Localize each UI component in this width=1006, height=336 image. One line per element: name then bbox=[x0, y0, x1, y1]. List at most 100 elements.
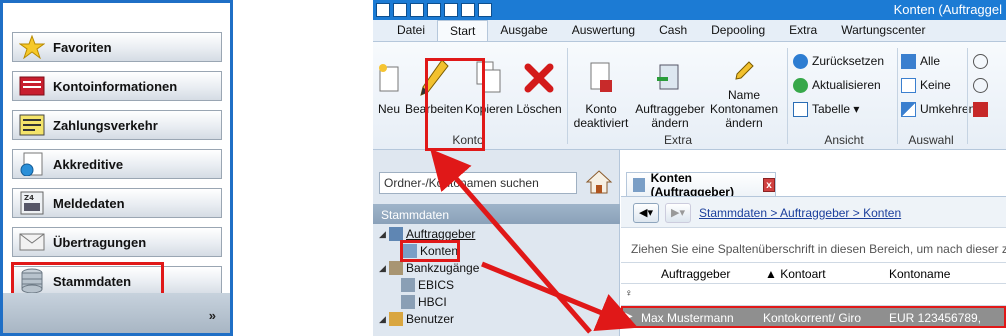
nav-footer bbox=[3, 293, 230, 333]
select-all-label: Alle bbox=[920, 54, 941, 68]
deactivated-document-icon bbox=[581, 56, 621, 100]
nav-item-uebertragungen[interactable]: Übertragungen bbox=[12, 227, 222, 257]
content-pane: Konten (Auftraggeber) x ◀▾ ▶▾ Stammdaten… bbox=[621, 150, 1006, 336]
nav-item-label: Meldedaten bbox=[53, 195, 125, 211]
quick-access-icon[interactable] bbox=[410, 3, 424, 17]
table-icon bbox=[793, 101, 808, 117]
new-label: Neu bbox=[377, 102, 400, 116]
nav-more-button[interactable]: » bbox=[209, 308, 216, 323]
quick-access-icon[interactable] bbox=[444, 3, 458, 17]
table-row[interactable]: ▶ Max Mustermann Kontokorrent/ Giro EUR … bbox=[621, 306, 1006, 328]
tab-wartungscenter[interactable]: Wartungscenter bbox=[829, 20, 937, 41]
breadcrumb[interactable]: Stammdaten > Auftraggeber > Konten bbox=[699, 206, 901, 220]
tab-extra[interactable]: Extra bbox=[777, 20, 829, 41]
app-icon[interactable] bbox=[376, 3, 390, 17]
ribbon-separator bbox=[787, 48, 788, 144]
account-deactivated-button[interactable]: Konto deaktiviert bbox=[569, 56, 633, 130]
collapse-icon[interactable]: ◢ bbox=[379, 314, 389, 325]
back-button[interactable]: ◀▾ bbox=[633, 203, 659, 223]
quick-access-icon[interactable] bbox=[461, 3, 475, 17]
ribbon-item-cut[interactable] bbox=[973, 76, 992, 94]
quick-access-icon[interactable] bbox=[393, 3, 407, 17]
document-tab-label: Konten (Auftraggeber) bbox=[650, 170, 734, 199]
tab-depooling[interactable]: Depooling bbox=[699, 20, 777, 41]
document-tab[interactable]: Konten (Auftraggeber) x bbox=[626, 170, 776, 199]
navigation-panel: Favoriten Kontoinformationen Zahlungsver… bbox=[0, 0, 233, 336]
select-none-label: Keine bbox=[920, 78, 951, 92]
column-header-kontoart[interactable]: ▲ Kontoart bbox=[765, 267, 826, 281]
change-client-button[interactable]: Auftraggeber ändern bbox=[633, 56, 707, 130]
filter-row[interactable]: ♀ bbox=[621, 284, 1006, 306]
nav-item-kontoinformationen[interactable]: Kontoinformationen bbox=[12, 71, 222, 101]
account-info-icon bbox=[17, 73, 47, 99]
nav-item-zahlungsverkehr[interactable]: Zahlungsverkehr bbox=[12, 110, 222, 140]
close-icon[interactable]: x bbox=[763, 177, 775, 192]
select-all-button[interactable]: Alle bbox=[901, 52, 940, 70]
nav-item-label: Zahlungsverkehr bbox=[53, 117, 158, 133]
nav-item-label: Übertragungen bbox=[53, 234, 147, 250]
nav-item-label: Akkreditive bbox=[53, 156, 124, 172]
invert-selection-icon bbox=[901, 101, 916, 117]
tree-item-hbci[interactable]: HBCI bbox=[401, 294, 447, 310]
ribbon-item-cut[interactable] bbox=[973, 52, 992, 70]
section-header-stammdaten: Stammdaten bbox=[373, 204, 620, 224]
tree-item-ebics[interactable]: EBICS bbox=[401, 277, 454, 293]
deactivated-label-2: deaktiviert bbox=[573, 116, 629, 130]
ribbon-separator bbox=[567, 48, 568, 144]
table-dropdown[interactable]: Tabelle ▾ bbox=[793, 100, 859, 118]
invert-selection-button[interactable]: Umkehren bbox=[901, 100, 975, 118]
ribbon-separator bbox=[897, 48, 898, 144]
bank-icon bbox=[389, 261, 403, 275]
nav-item-label: Favoriten bbox=[53, 39, 112, 55]
ribbon-item-cut[interactable] bbox=[973, 100, 992, 118]
refresh-button[interactable]: Aktualisieren bbox=[793, 76, 881, 94]
reset-label: Zurücksetzen bbox=[812, 54, 885, 68]
tree-label: Bankzugänge bbox=[406, 261, 480, 275]
payments-icon bbox=[17, 112, 47, 138]
collapse-icon[interactable]: ◢ bbox=[379, 229, 389, 240]
column-header-auftraggeber[interactable]: Auftraggeber bbox=[661, 267, 730, 281]
new-button[interactable]: Neu bbox=[375, 56, 403, 116]
home-icon[interactable] bbox=[585, 168, 613, 196]
account-icon bbox=[633, 177, 645, 192]
ribbon-tabs: Datei Start Ausgabe Auswertung Cash Depo… bbox=[373, 20, 1006, 42]
tree-item-benutzer[interactable]: ◢ Benutzer bbox=[379, 311, 454, 327]
screenshot-stage: Favoriten Kontoinformationen Zahlungsver… bbox=[0, 0, 1006, 336]
tab-ausgabe[interactable]: Ausgabe bbox=[488, 20, 559, 41]
tab-start[interactable]: Start bbox=[437, 20, 489, 41]
quick-access-icon[interactable] bbox=[427, 3, 441, 17]
tab-auswertung[interactable]: Auswertung bbox=[560, 20, 647, 41]
user-icon bbox=[389, 312, 403, 326]
cell-kontoart: Kontokorrent/ Giro bbox=[763, 311, 862, 325]
select-none-button[interactable]: Keine bbox=[901, 76, 951, 94]
quick-access-icon[interactable] bbox=[478, 3, 492, 17]
nav-item-favoriten[interactable]: Favoriten bbox=[12, 32, 222, 62]
users-icon bbox=[973, 77, 988, 93]
quick-access-toolbar bbox=[376, 3, 492, 17]
refresh-icon bbox=[793, 77, 808, 93]
column-header-kontoname[interactable]: Kontoname bbox=[889, 267, 950, 281]
tree-item-bankzugaenge[interactable]: ◢ Bankzugänge bbox=[379, 260, 479, 276]
client-icon bbox=[389, 227, 403, 241]
collapse-icon[interactable]: ◢ bbox=[379, 263, 389, 274]
delete-button[interactable]: Löschen bbox=[515, 56, 563, 116]
change-client-icon bbox=[650, 56, 690, 100]
change-account-names-button[interactable]: Name Kontonamen ändern bbox=[707, 56, 781, 130]
delete-x-icon bbox=[519, 56, 559, 100]
nav-item-meldedaten[interactable]: Z4 Meldedaten bbox=[12, 188, 222, 218]
folder-search-input[interactable]: Ordner-/Kontonamen suchen bbox=[379, 172, 577, 194]
filter-icon: ♀ bbox=[625, 288, 633, 299]
star-icon bbox=[17, 34, 47, 60]
tab-cash[interactable]: Cash bbox=[647, 20, 699, 41]
hbci-icon bbox=[401, 295, 415, 309]
change-names-label-1: Kontonamen bbox=[709, 102, 779, 116]
reset-button[interactable]: Zurücksetzen bbox=[793, 52, 884, 70]
select-all-icon bbox=[901, 53, 916, 69]
change-client-label-2: ändern bbox=[651, 116, 689, 130]
nav-item-akkreditive[interactable]: Akkreditive bbox=[12, 149, 222, 179]
forward-button[interactable]: ▶▾ bbox=[665, 203, 691, 223]
tab-datei[interactable]: Datei bbox=[385, 20, 437, 41]
tree-label: Auftraggeber bbox=[406, 227, 476, 241]
search-icon bbox=[973, 53, 988, 69]
group-by-hint: Ziehen Sie eine Spaltenüberschrift in di… bbox=[631, 242, 1006, 256]
